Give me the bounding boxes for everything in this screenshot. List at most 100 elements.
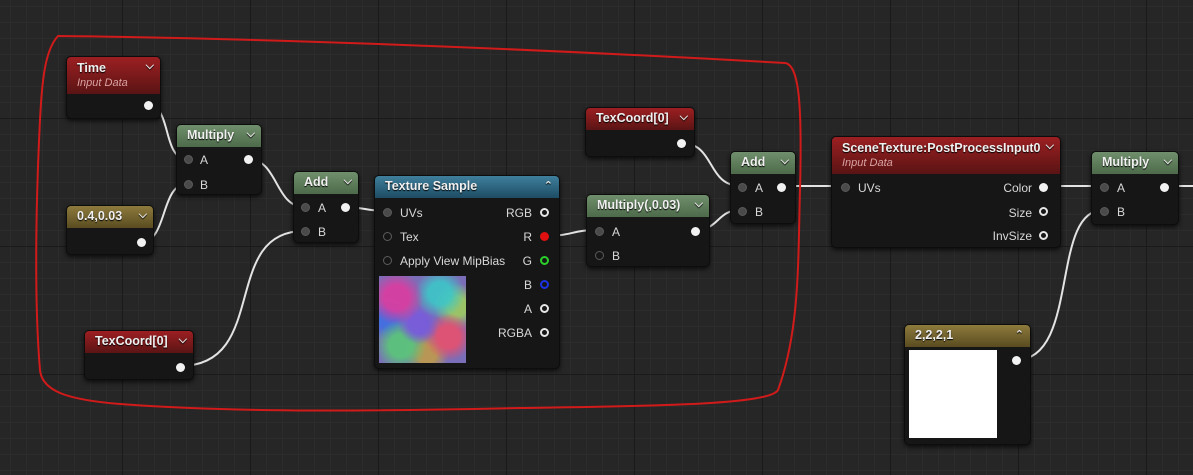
- node-header[interactable]: SceneTexture:PostProcessInput0 Input Dat…: [832, 137, 1060, 174]
- output-pin[interactable]: [1160, 183, 1169, 192]
- node-subtitle: Input Data: [842, 157, 893, 169]
- wire-texcoord-to-add-b: [179, 230, 305, 367]
- input-pin-b[interactable]: [595, 251, 604, 260]
- input-pin-apply-view-mipbias[interactable]: [383, 256, 392, 265]
- output-pin[interactable]: [244, 155, 253, 164]
- output-pin[interactable]: [176, 363, 185, 372]
- node-time[interactable]: Time Input Data ⌵: [66, 56, 161, 119]
- input-pin-tex[interactable]: [383, 232, 392, 241]
- pin-label-b: B: [318, 225, 327, 239]
- output-pin-color[interactable]: [1039, 183, 1048, 192]
- node-title: 0.4,0.03: [77, 209, 123, 223]
- node-header[interactable]: TexCoord[0] ⌵: [85, 331, 193, 353]
- output-pin[interactable]: [341, 203, 350, 212]
- pin-label-size: Size: [1008, 206, 1032, 220]
- pin-label-a: A: [318, 201, 327, 215]
- input-pin-a[interactable]: [1100, 183, 1109, 192]
- node-constant-0.4-0.03[interactable]: 0.4,0.03 ⌵: [66, 205, 154, 255]
- node-title: Multiply: [187, 128, 235, 142]
- chevron-down-icon[interactable]: ⌵: [247, 128, 255, 141]
- output-pin[interactable]: [691, 227, 700, 236]
- pin-label-b: B: [755, 205, 764, 219]
- node-add-2[interactable]: Add ⌵ A B: [730, 151, 796, 224]
- output-pin-rgba[interactable]: [540, 328, 549, 337]
- output-pin-a[interactable]: [540, 304, 549, 313]
- node-title: Multiply: [1102, 155, 1150, 169]
- node-texcoord-1[interactable]: TexCoord[0] ⌵: [84, 330, 194, 380]
- node-header[interactable]: 0.4,0.03 ⌵: [67, 206, 153, 228]
- pin-label-rgba: RGBA: [497, 326, 532, 340]
- texture-preview-thumbnail: [379, 276, 466, 363]
- input-pin-uvs[interactable]: [841, 183, 850, 192]
- pin-label-b: B: [1117, 205, 1126, 219]
- output-pin-invsize[interactable]: [1039, 231, 1048, 240]
- node-multiply-3[interactable]: Multiply ⌵ A B: [1091, 151, 1179, 225]
- input-pin-b[interactable]: [1100, 207, 1109, 216]
- pin-label-r: R: [523, 230, 532, 244]
- input-pin-a[interactable]: [184, 155, 193, 164]
- input-pin-a[interactable]: [301, 203, 310, 212]
- node-constant-2-2-2-1[interactable]: 2,2,2,1 ⌃: [904, 324, 1031, 445]
- output-pin-rgb[interactable]: [540, 208, 549, 217]
- node-header[interactable]: Add ⌵: [294, 172, 358, 194]
- node-header[interactable]: Texture Sample ⌃: [375, 176, 559, 198]
- pin-label-a: A: [612, 225, 621, 239]
- node-title: SceneTexture:PostProcessInput0: [842, 141, 1041, 155]
- input-pin-b[interactable]: [738, 207, 747, 216]
- output-pin[interactable]: [1012, 356, 1021, 365]
- output-pin[interactable]: [777, 183, 786, 192]
- input-pin-b[interactable]: [184, 180, 193, 189]
- node-header[interactable]: Time Input Data ⌵: [67, 57, 160, 94]
- chevron-down-icon[interactable]: ⌵: [146, 60, 154, 73]
- chevron-down-icon[interactable]: ⌵: [781, 155, 789, 168]
- input-pin-a[interactable]: [738, 183, 747, 192]
- node-title: Multiply(,0.03): [597, 198, 681, 212]
- chevron-down-icon[interactable]: ⌵: [1164, 155, 1172, 168]
- pin-label-apply-view-mipbias: Apply View MipBias: [400, 254, 506, 268]
- pin-label-a: A: [1117, 181, 1126, 195]
- output-pin[interactable]: [144, 101, 153, 110]
- node-texcoord-2[interactable]: TexCoord[0] ⌵: [585, 107, 695, 157]
- node-header[interactable]: Add ⌵: [731, 152, 795, 174]
- node-texture-sample[interactable]: Texture Sample ⌃ UVs Tex Apply View MipB…: [374, 175, 560, 369]
- output-pin[interactable]: [137, 238, 146, 247]
- chevron-down-icon[interactable]: ⌵: [344, 175, 352, 188]
- pin-label-invsize: InvSize: [992, 229, 1032, 243]
- node-title: 2,2,2,1: [915, 328, 954, 342]
- node-title: Add: [304, 175, 329, 189]
- node-title: Add: [741, 155, 766, 169]
- pin-label-g: G: [522, 254, 532, 268]
- pin-label-color: Color: [1003, 181, 1032, 195]
- node-title: TexCoord[0]: [95, 334, 168, 348]
- chevron-down-icon[interactable]: ⌵: [1046, 140, 1054, 153]
- pin-label-b: B: [523, 278, 532, 292]
- node-add-1[interactable]: Add ⌵ A B: [293, 171, 359, 243]
- node-header[interactable]: TexCoord[0] ⌵: [586, 108, 694, 130]
- node-multiply-1[interactable]: Multiply ⌵ A B: [176, 124, 262, 195]
- chevron-down-icon[interactable]: ⌵: [179, 334, 187, 347]
- chevron-down-icon[interactable]: ⌵: [695, 198, 703, 211]
- output-pin-r[interactable]: [540, 232, 549, 241]
- node-title: Time: [77, 61, 106, 75]
- pin-label-b: B: [200, 178, 209, 192]
- chevron-down-icon[interactable]: ⌵: [680, 111, 688, 124]
- chevron-up-icon[interactable]: ⌃: [544, 179, 553, 192]
- pin-label-a: A: [755, 181, 764, 195]
- node-header[interactable]: Multiply(,0.03) ⌵: [587, 195, 709, 217]
- chevron-down-icon[interactable]: ⌵: [139, 209, 147, 222]
- input-pin-b[interactable]: [301, 227, 310, 236]
- node-scene-texture[interactable]: SceneTexture:PostProcessInput0 Input Dat…: [831, 136, 1061, 248]
- output-pin-size[interactable]: [1039, 207, 1048, 216]
- output-pin-g[interactable]: [540, 256, 549, 265]
- node-header[interactable]: Multiply ⌵: [177, 125, 261, 147]
- node-header[interactable]: Multiply ⌵: [1092, 152, 1178, 174]
- node-header[interactable]: 2,2,2,1 ⌃: [905, 325, 1030, 347]
- chevron-up-icon[interactable]: ⌃: [1015, 328, 1024, 341]
- input-pin-uvs[interactable]: [383, 208, 392, 217]
- input-pin-a[interactable]: [595, 227, 604, 236]
- pin-label-a: A: [200, 153, 209, 167]
- output-pin-b[interactable]: [540, 280, 549, 289]
- pin-label-rgb: RGB: [505, 206, 532, 220]
- output-pin[interactable]: [677, 139, 686, 148]
- node-multiply-0.03[interactable]: Multiply(,0.03) ⌵ A B: [586, 194, 710, 267]
